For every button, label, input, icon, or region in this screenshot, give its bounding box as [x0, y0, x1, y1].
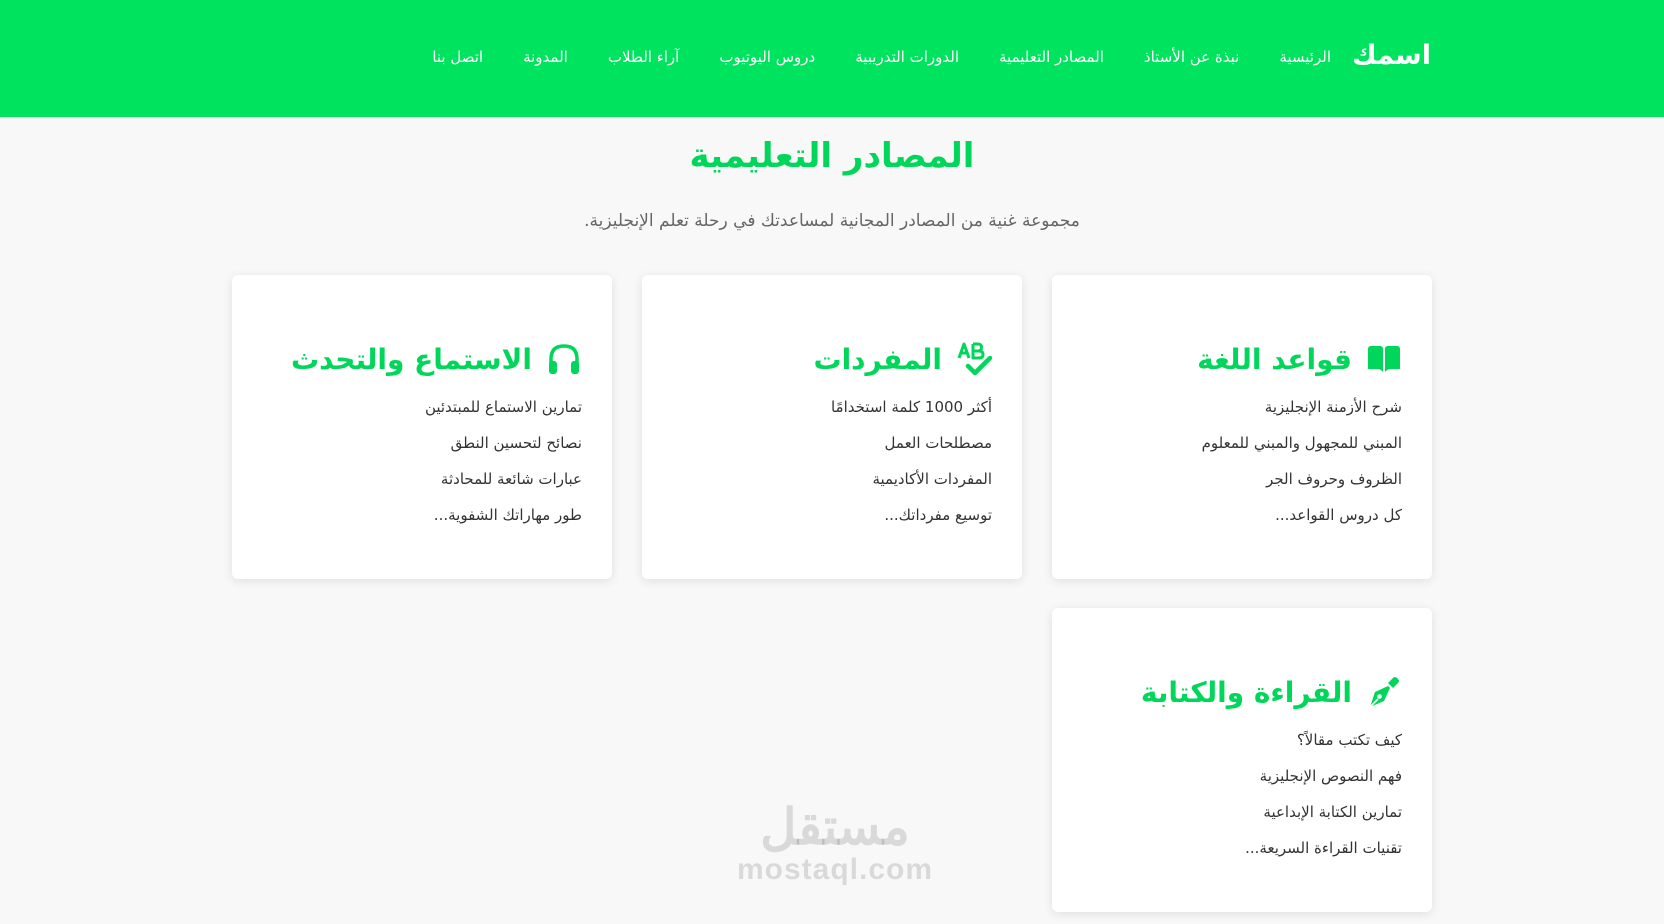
- nav-item-blog: المدونة: [523, 47, 568, 66]
- resource-link[interactable]: تقنيات القراءة السريعة...: [1245, 839, 1402, 857]
- book-icon: [1366, 341, 1402, 377]
- list-item: المفردات الأكاديمية: [672, 469, 992, 505]
- watermark-arabic-text: مستقل: [760, 799, 910, 855]
- resource-card-reading-writing: القراءة والكتابة كيف تكتب مقالاً؟ فهم ال…: [1052, 608, 1432, 912]
- list-item: نصائح لتحسين النطق: [262, 433, 582, 469]
- resource-link[interactable]: فهم النصوص الإنجليزية: [1260, 767, 1402, 785]
- nav-item-testimonials: آراء الطلاب: [608, 47, 680, 66]
- nav-link-youtube[interactable]: دروس اليوتيوب: [719, 48, 815, 66]
- list-item: تقنيات القراءة السريعة...: [1082, 838, 1402, 874]
- nav-link-resources[interactable]: المصادر التعليمية: [999, 48, 1104, 66]
- pen-nib-icon: [1366, 674, 1402, 710]
- resource-link[interactable]: مصطلحات العمل: [885, 434, 992, 452]
- resource-link[interactable]: نصائح لتحسين النطق: [451, 434, 582, 452]
- list-item: فهم النصوص الإنجليزية: [1082, 766, 1402, 802]
- list-item: المبني للمجهول والمبني للمعلوم: [1082, 433, 1402, 469]
- resource-link[interactable]: تمارين الكتابة الإبداعية: [1263, 803, 1402, 821]
- resource-link[interactable]: عبارات شائعة للمحادثة: [441, 470, 582, 488]
- resource-link[interactable]: تمارين الاستماع للمبتدئين: [425, 398, 582, 416]
- headphones-icon: [546, 341, 582, 377]
- resource-link[interactable]: توسيع مفرداتك...: [884, 506, 992, 524]
- nav-link-home[interactable]: الرئيسية: [1279, 48, 1331, 66]
- card-link-list: تمارين الاستماع للمبتدئين نصائح لتحسين ا…: [262, 397, 582, 541]
- nav-item-contact: اتصل بنا: [432, 47, 483, 66]
- resource-link[interactable]: شرح الأزمنة الإنجليزية: [1265, 398, 1402, 416]
- spell-check-icon: [956, 341, 992, 377]
- resource-card-grammar: قواعد اللغة شرح الأزمنة الإنجليزية المبن…: [1052, 275, 1432, 579]
- list-item: مصطلحات العمل: [672, 433, 992, 469]
- list-item: شرح الأزمنة الإنجليزية: [1082, 397, 1402, 433]
- card-title: القراءة والكتابة: [1140, 675, 1352, 709]
- top-navbar: اسمك الرئيسية نبذة عن الأستاذ المصادر ال…: [0, 0, 1664, 117]
- card-link-list: شرح الأزمنة الإنجليزية المبني للمجهول وا…: [1082, 397, 1402, 541]
- list-item: طور مهاراتك الشفوية...: [262, 505, 582, 541]
- list-item: أكثر 1000 كلمة استخدامًا: [672, 397, 992, 433]
- nav-item-home: الرئيسية: [1279, 47, 1331, 66]
- site-logo[interactable]: اسمك: [1352, 40, 1431, 71]
- section-title: المصادر التعليمية: [689, 136, 975, 176]
- nav-link-about[interactable]: نبذة عن الأستاذ: [1144, 48, 1239, 66]
- nav-link-testimonials[interactable]: آراء الطلاب: [608, 48, 680, 66]
- nav-link-courses[interactable]: الدورات التدريبية: [855, 48, 959, 66]
- card-header: القراءة والكتابة: [1082, 672, 1402, 712]
- nav-item-courses: الدورات التدريبية: [855, 47, 959, 66]
- list-item: توسيع مفرداتك...: [672, 505, 992, 541]
- list-item: كيف تكتب مقالاً؟: [1082, 730, 1402, 766]
- nav-link-contact[interactable]: اتصل بنا: [432, 48, 483, 66]
- card-header: المفردات: [672, 339, 992, 379]
- nav-link-blog[interactable]: المدونة: [523, 48, 568, 66]
- card-link-list: كيف تكتب مقالاً؟ فهم النصوص الإنجليزية ت…: [1082, 730, 1402, 874]
- card-title: قواعد اللغة: [1197, 342, 1352, 376]
- nav-menu: الرئيسية نبذة عن الأستاذ المصادر التعليم…: [432, 47, 1331, 66]
- list-item: تمارين الاستماع للمبتدئين: [262, 397, 582, 433]
- card-link-list: أكثر 1000 كلمة استخدامًا مصطلحات العمل ا…: [672, 397, 992, 541]
- resource-link[interactable]: المفردات الأكاديمية: [872, 470, 992, 488]
- card-title: الاستماع والتحدث: [290, 342, 532, 376]
- list-item: كل دروس القواعد...: [1082, 505, 1402, 541]
- resource-link[interactable]: المبني للمجهول والمبني للمعلوم: [1202, 434, 1402, 452]
- card-header: قواعد اللغة: [1082, 339, 1402, 379]
- mostaql-watermark: مستقل mostaql.com: [730, 800, 940, 886]
- nav-item-about: نبذة عن الأستاذ: [1144, 47, 1239, 66]
- resource-card-listening-speaking: الاستماع والتحدث تمارين الاستماع للمبتدئ…: [232, 275, 612, 579]
- resource-link[interactable]: كل دروس القواعد...: [1275, 506, 1402, 524]
- nav-item-resources: المصادر التعليمية: [999, 47, 1104, 66]
- list-item: عبارات شائعة للمحادثة: [262, 469, 582, 505]
- resource-link[interactable]: أكثر 1000 كلمة استخدامًا: [831, 398, 992, 416]
- resource-link[interactable]: الظروف وحروف الجر: [1266, 470, 1402, 488]
- section-subtitle: مجموعة غنية من المصادر المجانية لمساعدتك…: [584, 211, 1080, 231]
- resource-link[interactable]: طور مهاراتك الشفوية...: [434, 506, 582, 524]
- resource-card-vocabulary: المفردات أكثر 1000 كلمة استخدامًا مصطلحا…: [642, 275, 1022, 579]
- watermark-latin-text: mostaql.com: [736, 853, 934, 886]
- card-header: الاستماع والتحدث: [262, 339, 582, 379]
- list-item: تمارين الكتابة الإبداعية: [1082, 802, 1402, 838]
- resource-link[interactable]: كيف تكتب مقالاً؟: [1297, 731, 1402, 749]
- card-title: المفردات: [813, 342, 942, 376]
- list-item: الظروف وحروف الجر: [1082, 469, 1402, 505]
- nav-item-youtube: دروس اليوتيوب: [719, 47, 815, 66]
